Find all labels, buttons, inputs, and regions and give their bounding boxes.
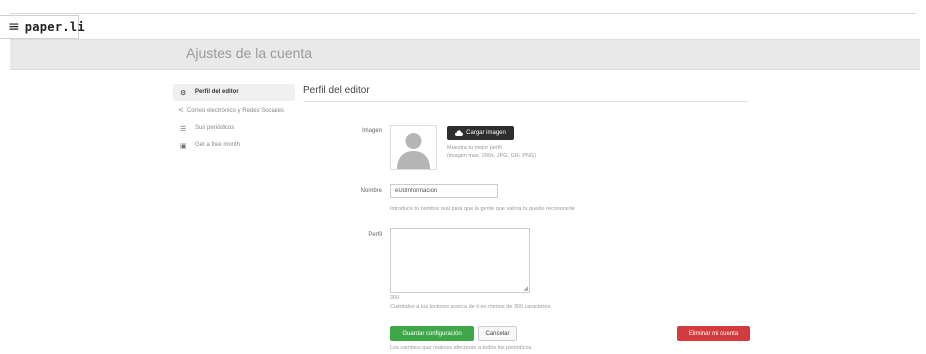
bio-textarea[interactable]: ◢ bbox=[390, 228, 530, 293]
sidebar-item-label: Sus periódicos bbox=[195, 125, 235, 131]
name-input[interactable] bbox=[390, 184, 498, 198]
sidebar-item-free-month[interactable]: ▣ Get a free month bbox=[173, 137, 295, 154]
gift-icon: ▣ bbox=[180, 142, 187, 150]
user-silhouette-icon bbox=[391, 126, 436, 169]
cloud-upload-icon bbox=[455, 130, 464, 136]
list-icon: ☰ bbox=[180, 125, 187, 133]
section-divider bbox=[303, 101, 748, 102]
sidebar-item-label: Perfil del editor bbox=[195, 89, 239, 95]
logo-bar[interactable]: ≡ paper.li bbox=[0, 15, 85, 39]
sidebar-item-newspapers[interactable]: ☰ Sus periódicos bbox=[173, 120, 295, 137]
image-hint-line2: (imagen max. 200x, JPG, GIF, PNG) bbox=[447, 152, 536, 159]
logo[interactable]: paper.li bbox=[25, 20, 85, 34]
sidebar-item-label: Get a free month bbox=[195, 142, 241, 148]
bio-hint: Cuéntales a tus lectores acerca de ti en… bbox=[390, 304, 552, 310]
name-label: Nombre bbox=[360, 188, 382, 194]
page-title: Ajustes de la cuenta bbox=[186, 45, 313, 61]
delete-account-button[interactable]: Eliminar mi cuenta bbox=[677, 326, 750, 341]
image-label: Imagen bbox=[361, 128, 382, 134]
upload-image-button[interactable]: Cargar imagen bbox=[447, 126, 514, 140]
hamburger-icon[interactable]: ≡ bbox=[8, 20, 20, 34]
upload-image-label: Cargar imagen bbox=[466, 130, 506, 136]
page-header: Ajustes de la cuenta bbox=[10, 39, 920, 70]
name-hint: Introduce tu nombre real para que la gen… bbox=[390, 206, 575, 212]
sidebar-item-email-social[interactable]: ≺ Correo electrónico y Redes Sociales bbox=[173, 101, 295, 120]
top-divider bbox=[10, 13, 916, 14]
sidebar-item-editor-profile[interactable]: ⚙ Perfil del editor bbox=[173, 84, 295, 101]
section-title: Perfil del editor bbox=[303, 85, 370, 96]
share-icon: ≺ bbox=[178, 106, 184, 114]
gear-icon: ⚙ bbox=[180, 89, 187, 97]
settings-sidebar: ⚙ Perfil del editor ≺ Correo electrónico … bbox=[173, 84, 295, 154]
cancel-button[interactable]: Cancelar bbox=[478, 326, 517, 341]
sidebar-item-label: Correo electrónico y Redes Sociales bbox=[186, 108, 284, 114]
image-hint: Muestra tu mejor perfil (imagen max. 200… bbox=[447, 145, 536, 161]
bio-label: Perfil bbox=[368, 232, 382, 238]
avatar bbox=[390, 125, 437, 170]
resize-handle-icon[interactable]: ◢ bbox=[523, 285, 528, 292]
save-button[interactable]: Guardar configuración bbox=[390, 326, 474, 341]
bio-counter: 300 bbox=[390, 295, 400, 301]
footnote: Los cambios que realices afectarán a tod… bbox=[390, 345, 533, 351]
image-hint-line1: Muestra tu mejor perfil bbox=[447, 145, 502, 151]
